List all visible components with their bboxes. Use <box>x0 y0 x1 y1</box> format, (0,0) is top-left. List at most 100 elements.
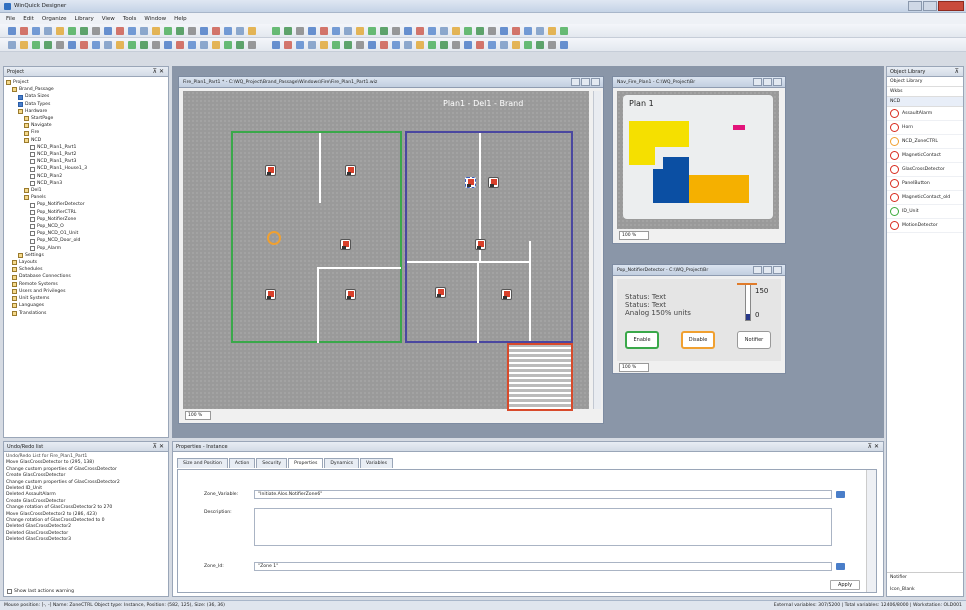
tree-item[interactable]: NCD_Plan3 <box>6 180 166 187</box>
toolbar-tool-icon[interactable] <box>524 41 532 49</box>
toolbar-tool-icon[interactable] <box>356 41 364 49</box>
zone-id-input[interactable]: "Zone 1" <box>254 562 832 571</box>
toolbar-tool-icon[interactable] <box>20 41 28 49</box>
library-item[interactable]: Horn <box>887 121 963 135</box>
detector-component[interactable] <box>475 239 486 250</box>
detector-component[interactable] <box>265 165 276 176</box>
pin-icon[interactable]: ⊼ ✕ <box>868 443 879 450</box>
tree-item[interactable]: NCD_Plan1_House1_3 <box>6 165 166 172</box>
tree-item[interactable]: Database Connections <box>6 273 166 280</box>
toolbar-tool-icon[interactable] <box>200 41 208 49</box>
detector-component[interactable] <box>501 289 512 300</box>
tree-item[interactable]: Pop_NCD_O <box>6 223 166 230</box>
tree-item[interactable]: Pop_NotifierDetector <box>6 201 166 208</box>
pin-icon[interactable]: ⊼ <box>955 68 959 75</box>
tree-item[interactable]: Pop_Alarm <box>6 245 166 252</box>
detector-component[interactable] <box>435 287 446 298</box>
notifier-button[interactable]: Notifier <box>737 331 771 349</box>
toolbar-tool-icon[interactable] <box>548 27 556 35</box>
toolbar-tool-icon[interactable] <box>320 27 328 35</box>
doc-close-button[interactable] <box>773 78 782 86</box>
toolbar-tool-icon[interactable] <box>176 27 184 35</box>
tree-item[interactable]: Hardware <box>6 108 166 115</box>
tree-item[interactable]: Pop_NotifierCTRL <box>6 209 166 216</box>
maximize-button[interactable] <box>923 1 937 11</box>
overview-canvas[interactable]: Plan 1 <box>617 91 779 229</box>
close-button[interactable] <box>938 1 964 11</box>
detector-component-selected[interactable] <box>465 177 476 188</box>
tree-item[interactable]: NCD_Plan1_Part3 <box>6 158 166 165</box>
doc-close-button[interactable] <box>591 78 600 86</box>
toolbar-tool-icon[interactable] <box>512 27 520 35</box>
toolbar-tool-icon[interactable] <box>44 27 52 35</box>
toolbar-tool-icon[interactable] <box>92 41 100 49</box>
description-input[interactable] <box>254 508 832 546</box>
tree-item[interactable]: Pop_NCD_Door_old <box>6 237 166 244</box>
toolbar-tool-icon[interactable] <box>284 41 292 49</box>
overview-zoom-select[interactable]: 100 % <box>619 231 649 240</box>
toolbar-tool-icon[interactable] <box>140 27 148 35</box>
toolbar-tool-icon[interactable] <box>116 41 124 49</box>
tree-item[interactable]: StartPage <box>6 115 166 122</box>
doc-minimize-button[interactable] <box>753 78 762 86</box>
toolbar-tool-icon[interactable] <box>80 41 88 49</box>
tree-item[interactable]: Layouts <box>6 259 166 266</box>
menu-item-view[interactable]: View <box>102 16 115 22</box>
tree-item[interactable]: Settings <box>6 252 166 259</box>
toolbar-tool-icon[interactable] <box>440 41 448 49</box>
toolbar-tool-icon[interactable] <box>44 41 52 49</box>
tab-variables[interactable]: Variables <box>360 458 394 468</box>
toolbar-tool-icon[interactable] <box>476 27 484 35</box>
menu-item-help[interactable]: Help <box>174 16 187 22</box>
toolbar-tool-icon[interactable] <box>164 27 172 35</box>
toolbar-tool-icon[interactable] <box>224 41 232 49</box>
tree-item[interactable]: Navigate <box>6 122 166 129</box>
toolbar-tool-icon[interactable] <box>92 27 100 35</box>
yellow-zone-lower[interactable] <box>629 147 655 165</box>
menu-item-edit[interactable]: Edit <box>23 16 34 22</box>
tree-item[interactable]: Languages <box>6 302 166 309</box>
toolbar-tool-icon[interactable] <box>272 27 280 35</box>
room-blue[interactable] <box>405 131 573 343</box>
toolbar-tool-icon[interactable] <box>488 41 496 49</box>
toolbar-tool-icon[interactable] <box>248 41 256 49</box>
tree-item[interactable]: Unit Systems <box>6 295 166 302</box>
yellow-zone[interactable] <box>629 121 689 147</box>
toolbar-tool-icon[interactable] <box>236 27 244 35</box>
tab-size-and-position[interactable]: Size and Position <box>177 458 228 468</box>
toolbar-tool-icon[interactable] <box>8 27 16 35</box>
tree-item[interactable]: Remote Systems <box>6 281 166 288</box>
library-item[interactable]: MagneticContact_old <box>887 191 963 205</box>
toolbar-tool-icon[interactable] <box>224 27 232 35</box>
browse-icon[interactable] <box>836 563 845 570</box>
browse-icon[interactable] <box>836 491 845 498</box>
toolbar-tool-icon[interactable] <box>536 41 544 49</box>
toolbar-tool-icon[interactable] <box>176 41 184 49</box>
toolbar-tool-icon[interactable] <box>284 27 292 35</box>
tab-security[interactable]: Security <box>256 458 288 468</box>
toolbar-tool-icon[interactable] <box>416 41 424 49</box>
zoom-select[interactable]: 100 % <box>185 411 211 420</box>
menu-item-library[interactable]: Library <box>75 16 94 22</box>
toolbar-tool-icon[interactable] <box>488 27 496 35</box>
library-item[interactable]: MagneticContact <box>887 149 963 163</box>
toolbar-tool-icon[interactable] <box>332 27 340 35</box>
toolbar-tool-icon[interactable] <box>524 27 532 35</box>
toolbar-tool-icon[interactable] <box>320 41 328 49</box>
toolbar-tool-icon[interactable] <box>368 41 376 49</box>
tree-item[interactable]: NCD_Plan2 <box>6 173 166 180</box>
detector-component[interactable] <box>340 239 351 250</box>
library-category[interactable]: Wkbs <box>887 87 963 97</box>
toolbar-tool-icon[interactable] <box>452 41 460 49</box>
toolbar-tool-icon[interactable] <box>536 27 544 35</box>
toolbar-tool-icon[interactable] <box>212 27 220 35</box>
undo-item[interactable]: Deleted GlasCrossDetector3 <box>6 537 166 543</box>
toolbar-tool-icon[interactable] <box>128 41 136 49</box>
orange-zone[interactable] <box>689 175 749 203</box>
floor-plan-canvas[interactable]: Plan1 - Del1 - Brand <box>183 91 589 411</box>
vertical-scrollbar[interactable] <box>593 91 601 409</box>
toolbar-tool-icon[interactable] <box>344 27 352 35</box>
toolbar-tool-icon[interactable] <box>20 27 28 35</box>
toolbar-tool-icon[interactable] <box>404 41 412 49</box>
tree-item[interactable]: Pop_NotifierZone <box>6 216 166 223</box>
